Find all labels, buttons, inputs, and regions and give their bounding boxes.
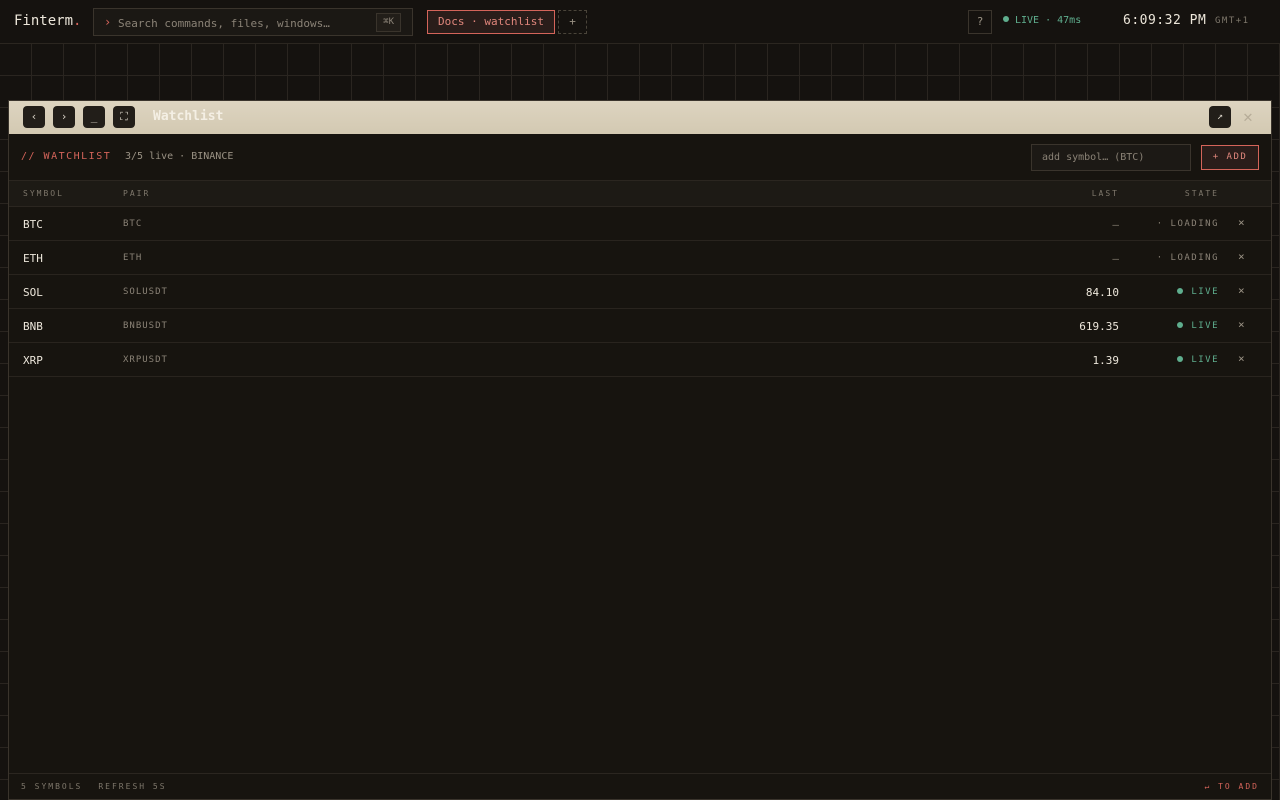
last-price-cell: — [1112, 252, 1119, 265]
tab-docs-watchlist[interactable]: Docs · watchlist [427, 10, 555, 34]
symbol-cell: ETH [23, 252, 43, 265]
last-price-cell: — [1112, 218, 1119, 231]
app-logo[interactable]: Finterm. [14, 13, 81, 29]
column-header-symbol[interactable]: SYMBOL [23, 189, 64, 198]
new-tab-button[interactable]: + [558, 10, 587, 34]
window-footer: 5 SYMBOLS REFRESH 5S ↵ TO ADD [9, 773, 1271, 799]
add-symbol-input[interactable] [1031, 144, 1191, 171]
search-input[interactable] [118, 13, 368, 33]
watchlist-label: // WATCHLIST [21, 151, 112, 162]
symbol-cell: BNB [23, 320, 43, 333]
state-cell: LIVE [1177, 321, 1219, 331]
table-row[interactable]: SOL SOLUSDT 84.10 LIVE × [9, 275, 1271, 309]
live-dot-icon [1177, 322, 1184, 328]
watchlist-window: ‹ › _ ⛶ Watchlist ↗ ✕ // WATCHLIST 3/5 l… [8, 100, 1272, 800]
table-header: SYMBOL PAIR LAST STATE [9, 181, 1271, 207]
prompt-caret-icon: › [104, 15, 112, 29]
symbol-cell: XRP [23, 354, 43, 367]
table-row[interactable]: BNB BNBUSDT 619.35 LIVE × [9, 309, 1271, 343]
window-title: Watchlist [153, 109, 224, 124]
minimize-icon[interactable]: _ [83, 106, 105, 128]
watchlist-meta: 3/5 live · BINANCE [125, 151, 234, 162]
clock: 6:09:32 PM [1123, 13, 1207, 28]
remove-icon[interactable]: × [1238, 216, 1245, 229]
state-cell: · LOADING [1156, 219, 1219, 229]
table-row[interactable]: ETH ETH — · LOADING × [9, 241, 1271, 275]
live-dot-icon [1177, 356, 1184, 362]
connection-status: LIVE · 47ms [1003, 15, 1081, 26]
pair-cell: ETH [123, 253, 143, 263]
watchlist-header: // WATCHLIST 3/5 live · BINANCE + ADD [9, 134, 1271, 181]
command-search[interactable]: › ⌘K [93, 8, 413, 36]
state-cell: LIVE [1177, 287, 1219, 297]
last-price-cell: 1.39 [1092, 354, 1120, 367]
enter-to-add-hint: ↵ TO ADD [1204, 782, 1259, 791]
connection-status-text: LIVE · 47ms [1015, 15, 1082, 26]
remove-icon[interactable]: × [1238, 284, 1245, 297]
state-cell: · LOADING [1156, 253, 1219, 263]
pair-cell: SOLUSDT [123, 287, 168, 297]
close-icon[interactable]: ✕ [1237, 107, 1259, 129]
help-button[interactable]: ? [968, 10, 992, 34]
column-header-state[interactable]: STATE [1185, 189, 1219, 198]
state-cell: LIVE [1177, 355, 1219, 365]
pair-cell: BNBUSDT [123, 321, 168, 331]
brand-dot: . [73, 13, 82, 29]
column-header-last[interactable]: LAST [1092, 189, 1119, 198]
symbol-cell: SOL [23, 286, 43, 299]
remove-icon[interactable]: × [1238, 352, 1245, 365]
forward-icon[interactable]: › [53, 106, 75, 128]
pair-cell: XRPUSDT [123, 355, 168, 365]
timezone: GMT+1 [1215, 16, 1250, 26]
back-icon[interactable]: ‹ [23, 106, 45, 128]
popout-icon[interactable]: ↗ [1209, 106, 1231, 128]
brand-name: Finterm [14, 13, 74, 29]
table-row[interactable]: XRP XRPUSDT 1.39 LIVE × [9, 343, 1271, 377]
last-price-cell: 84.10 [1085, 286, 1119, 299]
remove-icon[interactable]: × [1238, 250, 1245, 263]
top-bar: Finterm. › ⌘K Docs · watchlist + ? LIVE … [0, 0, 1280, 44]
refresh-interval: REFRESH 5S [98, 782, 167, 791]
state-text: LIVE [1191, 287, 1219, 297]
pair-cell: BTC [123, 219, 143, 229]
window-titlebar[interactable]: ‹ › _ ⛶ Watchlist ↗ ✕ [9, 101, 1271, 134]
state-text: LIVE [1191, 355, 1219, 365]
state-text: LIVE [1191, 321, 1219, 331]
symbol-count: 5 SYMBOLS [21, 782, 83, 791]
footer-info: 5 SYMBOLS REFRESH 5S [21, 782, 167, 791]
last-price-cell: 619.35 [1079, 320, 1119, 333]
add-symbol-button[interactable]: + ADD [1201, 145, 1259, 170]
column-header-pair[interactable]: PAIR [123, 189, 150, 198]
symbol-cell: BTC [23, 218, 43, 231]
maximize-icon[interactable]: ⛶ [113, 106, 135, 128]
live-dot-icon [1003, 16, 1009, 22]
shortcut-badge: ⌘K [376, 13, 401, 32]
live-dot-icon [1177, 288, 1184, 294]
remove-icon[interactable]: × [1238, 318, 1245, 331]
table-row[interactable]: BTC BTC — · LOADING × [9, 207, 1271, 241]
